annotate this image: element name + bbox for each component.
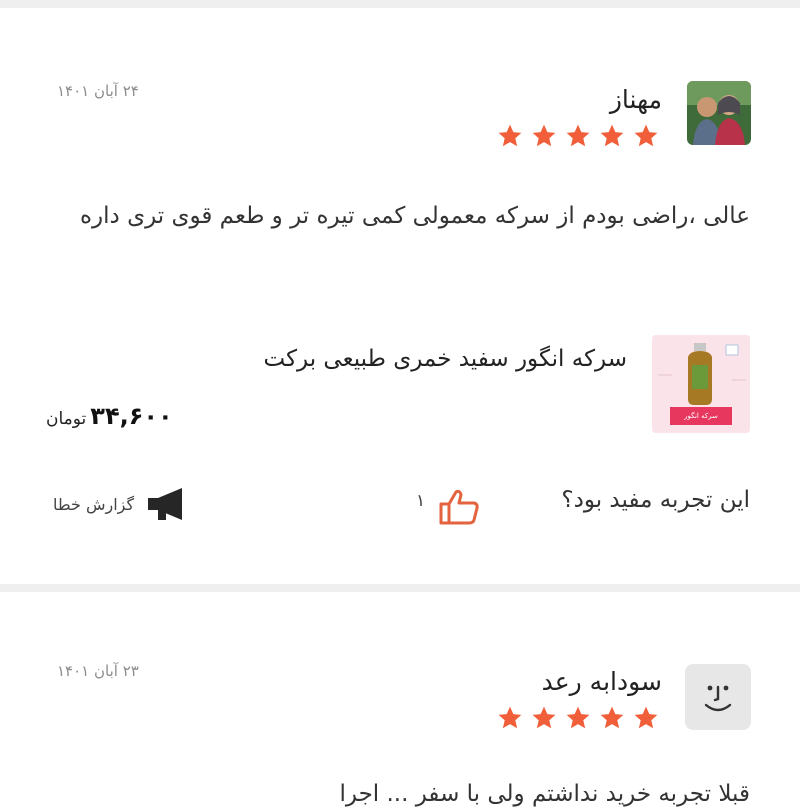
star-icon — [600, 706, 624, 729]
smiley-face-icon — [704, 685, 732, 712]
svg-text:سرکه انگور: سرکه انگور — [683, 411, 718, 420]
avatar — [687, 81, 751, 145]
review-card: مهناز ۲۴ آبان ۱۴۰۱ عالی ،راضی بودم از سر… — [0, 8, 800, 586]
review-card: سودابه رعد ۲۳ آبان ۱۴۰۱ قبلا تجربه خرید … — [0, 592, 800, 807]
like-button[interactable] — [438, 488, 480, 526]
review-date: ۲۴ آبان ۱۴۰۱ — [57, 82, 139, 100]
price-currency: تومان — [46, 409, 87, 429]
rating-stars — [497, 123, 659, 153]
product-name[interactable]: سرکه انگور سفید خمری طبیعی برکت — [264, 346, 628, 372]
star-icon — [600, 124, 624, 147]
megaphone-icon — [148, 488, 183, 520]
price-value: ۳۴,۶۰۰ — [90, 402, 173, 430]
review-body-preview: قبلا تجربه خرید نداشتم ولی با سفر ... اج… — [339, 781, 751, 807]
star-icon — [498, 124, 522, 147]
star-icon — [498, 706, 522, 729]
review-date: ۲۳ آبان ۱۴۰۱ — [57, 662, 139, 680]
star-icon — [566, 706, 590, 729]
like-count: ۱ — [416, 491, 426, 511]
report-button[interactable]: گزارش خطا — [53, 485, 188, 523]
review-body: عالی ،راضی بودم از سرکه معمولی کمی تیره … — [79, 203, 750, 229]
report-label: گزارش خطا — [53, 494, 135, 514]
star-icon — [634, 124, 658, 147]
avatar — [685, 664, 751, 730]
star-icon — [532, 706, 556, 729]
thumbs-up-icon — [439, 489, 479, 525]
helpful-question: این تجربه مفید بود؟ — [561, 487, 750, 513]
star-icon — [566, 124, 590, 147]
author-name: مهناز — [609, 85, 662, 114]
star-icon — [532, 124, 556, 147]
rating-stars — [497, 705, 659, 735]
star-icon — [634, 706, 658, 729]
review-separator — [0, 584, 800, 592]
product-image[interactable]: سرکه انگور — [652, 335, 750, 433]
vinegar-bottle-image: سرکه انگور — [652, 335, 750, 433]
product-price: ۳۴,۶۰۰ تومان — [46, 402, 173, 430]
avatar-photo — [687, 81, 751, 145]
author-name: سودابه رعد — [541, 667, 662, 696]
top-separator — [0, 0, 800, 8]
